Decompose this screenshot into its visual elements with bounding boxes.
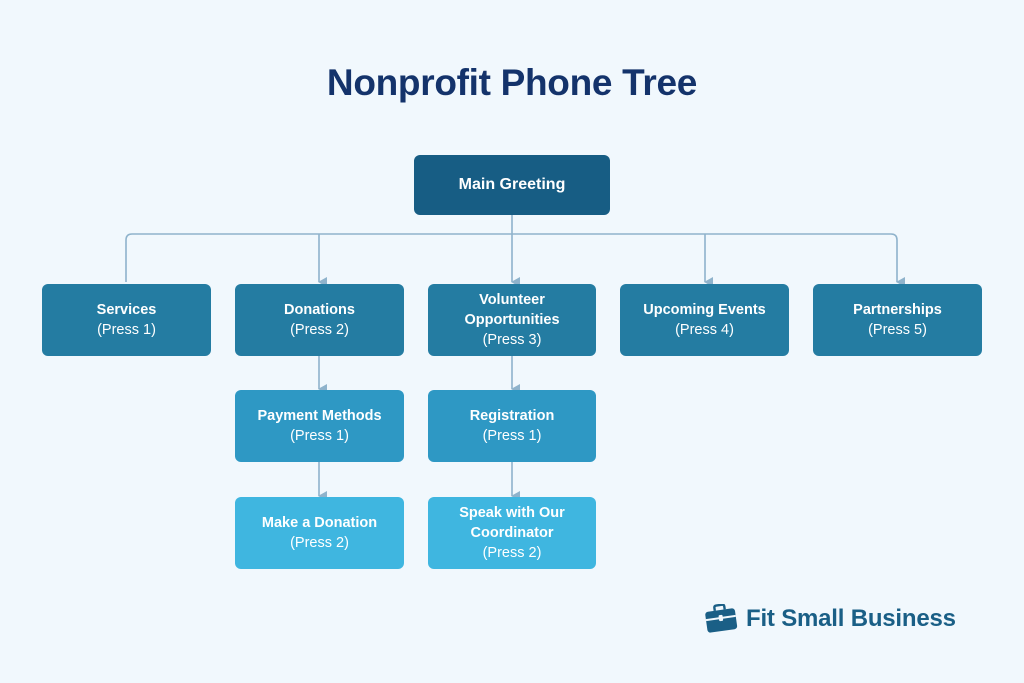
node-label: Donations [284,302,355,318]
node-label: Partnerships [853,302,942,318]
node-registration: Registration (Press 1) [428,390,596,462]
node-services: Services (Press 1) [42,284,211,356]
node-press: (Press 3) [482,332,542,348]
node-press: (Press 4) [675,322,734,338]
node-donations: Donations (Press 2) [235,284,404,356]
node-press: (Press 1) [290,428,349,444]
node-label: Volunteer Opportunities [464,292,560,328]
node-label: Services [96,302,157,318]
node-press: (Press 2) [290,322,349,338]
node-payment-methods: Payment Methods (Press 1) [235,390,404,462]
briefcase-icon [705,604,738,633]
node-label: Make a Donation [261,515,378,531]
node-label: Speak with Our Coordinator [459,505,565,541]
node-volunteer-opportunities: Volunteer Opportunities (Press 3) [428,284,596,356]
node-press: (Press 1) [482,428,542,444]
node-partnerships: Partnerships (Press 5) [813,284,982,356]
node-label: Registration [469,408,555,424]
node-press: (Press 1) [97,322,156,338]
node-speak-with-coordinator: Speak with Our Coordinator (Press 2) [428,497,596,569]
node-main-greeting: Main Greeting [414,155,610,215]
brand-name: Fit Small Business [746,605,956,632]
node-label: Main Greeting [458,176,566,193]
node-make-a-donation: Make a Donation (Press 2) [235,497,404,569]
node-upcoming-events: Upcoming Events (Press 4) [620,284,789,356]
node-press: (Press 5) [868,322,927,338]
brand-logo: Fit Small Business [704,604,956,634]
node-label: Payment Methods [257,408,382,424]
node-press: (Press 2) [290,535,349,551]
node-press: (Press 2) [482,545,542,561]
node-label: Upcoming Events [643,302,766,318]
